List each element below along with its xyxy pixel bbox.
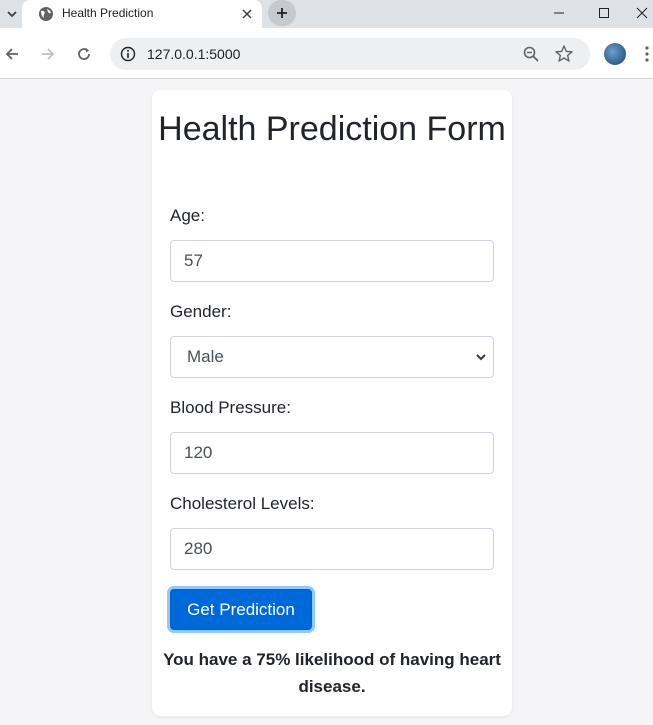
blood-pressure-value: 120 [184,443,213,462]
minimize-button[interactable] [539,0,579,26]
avatar[interactable] [604,43,626,65]
chevron-down-icon [476,354,486,361]
info-icon[interactable] [120,46,136,62]
cholesterol-label: Cholesterol Levels: [170,494,315,513]
plus-icon [277,8,287,18]
arrow-left-icon [5,48,18,60]
close-icon [636,7,647,19]
gender-value: Male [187,347,224,366]
tab-strip: Health Prediction [0,0,653,28]
age-value: 57 [184,251,203,270]
zoom-icon[interactable] [522,45,540,63]
close-window-button[interactable] [630,0,653,26]
url-text[interactable]: 127.0.0.1:5000 [147,46,240,62]
prediction-form-card: Health Prediction Form Age: 57 Gender: M… [152,90,512,716]
cholesterol-value: 280 [184,539,213,558]
tab-list-button[interactable] [2,4,22,24]
age-label: Age: [170,206,205,225]
forward-button[interactable] [36,42,60,66]
arrow-right-icon [42,48,55,60]
gender-select[interactable]: Male [170,336,494,378]
blood-pressure-input[interactable]: 120 [170,432,494,474]
address-bar[interactable]: 127.0.0.1:5000 [110,38,590,70]
tab-title: Health Prediction [62,6,154,20]
gender-label: Gender: [170,302,232,321]
tab-close-button[interactable] [238,5,256,23]
browser-toolbar: 127.0.0.1:5000 [0,28,653,79]
new-tab-button[interactable] [268,0,296,26]
back-button[interactable] [0,42,24,66]
close-icon [242,9,252,19]
reload-button[interactable] [72,42,96,66]
maximize-icon [599,8,609,18]
more-vertical-icon[interactable] [644,44,650,64]
age-input[interactable]: 57 [170,240,494,282]
minimize-icon [554,12,564,14]
reload-icon [78,48,90,60]
globe-icon [39,7,53,21]
browser-tab[interactable]: Health Prediction [22,0,262,28]
prediction-result: You have a 75% likelihood of having hear… [163,650,501,696]
blood-pressure-label: Blood Pressure: [170,398,291,417]
chevron-down-icon [7,11,17,18]
page-title: Health Prediction Form [158,110,506,148]
get-prediction-button[interactable]: Get Prediction [170,589,312,630]
cholesterol-input[interactable]: 280 [170,528,494,570]
star-icon[interactable] [554,44,574,64]
maximize-button[interactable] [584,0,624,26]
